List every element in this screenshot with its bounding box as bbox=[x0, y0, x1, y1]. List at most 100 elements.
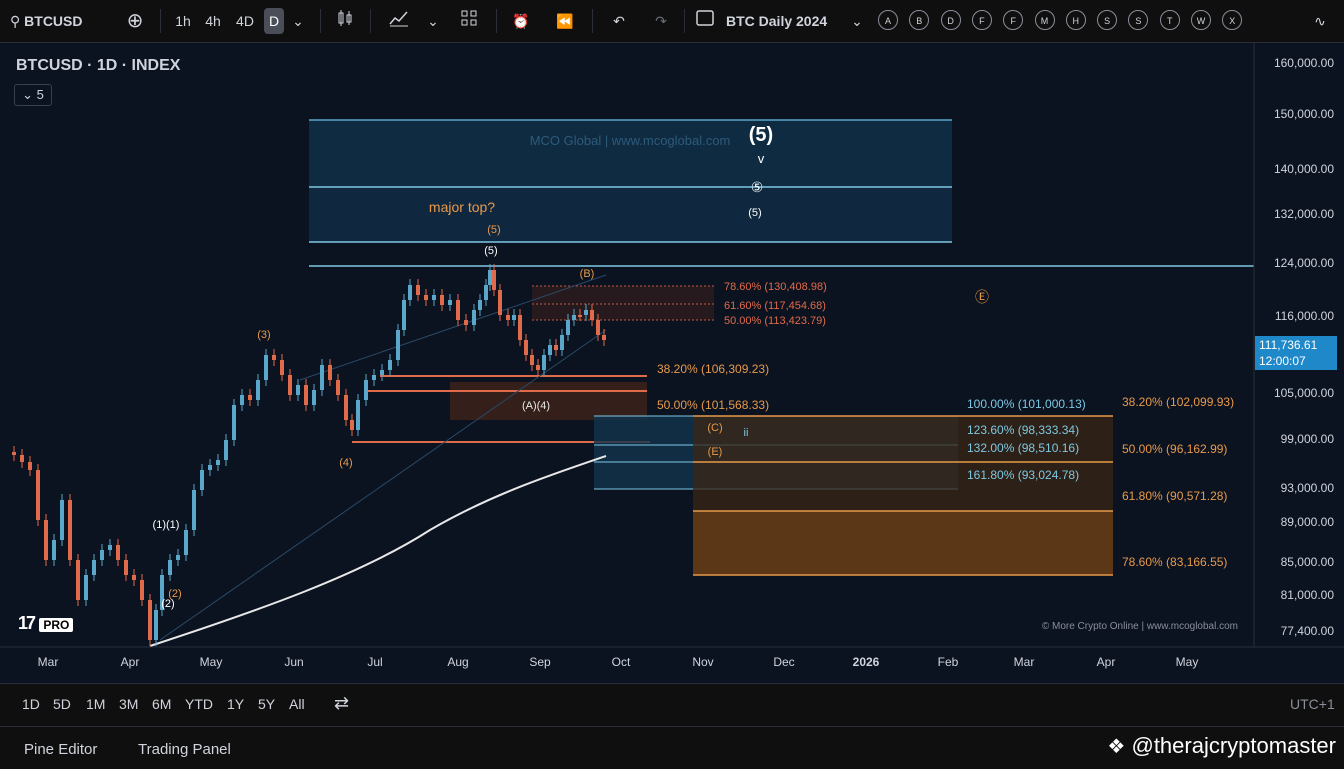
date-range-icon[interactable]: ⇄ bbox=[334, 693, 349, 714]
drawing-template-f-3[interactable]: F bbox=[971, 10, 992, 30]
fib-blue-1236: 123.60% (98,333.34) bbox=[967, 423, 1079, 437]
drawing-template-a-0[interactable]: A bbox=[878, 10, 898, 30]
drawing-template-b-1[interactable]: B bbox=[909, 10, 930, 30]
candle-body bbox=[472, 310, 476, 325]
candle-body bbox=[408, 285, 412, 300]
time-tick: Mar bbox=[1013, 655, 1035, 669]
redo-icon[interactable]: ↷ bbox=[648, 8, 674, 34]
indicators-icon[interactable] bbox=[386, 8, 412, 34]
drawing-template-x-11[interactable]: X bbox=[1222, 10, 1243, 30]
price-tick: 77,400.00 bbox=[1280, 624, 1334, 638]
target-box-mid bbox=[309, 187, 952, 242]
alert-clock-icon[interactable]: ⏰ bbox=[508, 8, 534, 34]
drawing-template-d-2[interactable]: D bbox=[940, 10, 961, 30]
drawing-template-m-5[interactable]: M bbox=[1034, 10, 1055, 30]
wave-c-label: (C) bbox=[707, 422, 722, 434]
candle-body bbox=[20, 455, 24, 462]
drawing-template-h-6[interactable]: H bbox=[1065, 10, 1086, 30]
price-tick: 89,000.00 bbox=[1280, 515, 1334, 529]
range-ytd[interactable]: YTD bbox=[185, 696, 213, 712]
pencil-wave-icon[interactable]: ∿ bbox=[1300, 8, 1340, 34]
price-tick: 93,000.00 bbox=[1280, 481, 1334, 495]
candle-body bbox=[100, 550, 104, 560]
tab-pine-editor[interactable]: Pine Editor bbox=[24, 741, 97, 758]
candle-body bbox=[288, 375, 292, 395]
interval-4d[interactable]: 4D bbox=[232, 8, 258, 34]
drawing-template-s-8[interactable]: S bbox=[1128, 10, 1149, 30]
tab-trading-panel[interactable]: Trading Panel bbox=[138, 741, 231, 758]
drawing-template-f-4[interactable]: F bbox=[1003, 10, 1024, 30]
fib-blue-100: 100.00% (101,000.13) bbox=[967, 397, 1086, 411]
wave-4-label: (4) bbox=[339, 457, 352, 469]
watermark-handle: ❖ @therajcryptomaster bbox=[1107, 733, 1336, 759]
copyright-text: © More Crypto Online | www.mcoglobal.com bbox=[1042, 621, 1238, 632]
indicators-chevron-down-icon[interactable]: ⌄ bbox=[424, 8, 442, 34]
candles-icon[interactable] bbox=[332, 8, 358, 34]
timezone-label[interactable]: UTC+1 bbox=[1290, 696, 1335, 712]
range-1d[interactable]: 1D bbox=[22, 696, 40, 712]
footer-bar: Pine Editor Trading Panel ❖ @therajcrypt… bbox=[0, 726, 1344, 769]
candle-body bbox=[488, 270, 492, 285]
wave-5-white-label: (5) bbox=[484, 245, 497, 257]
candle-body bbox=[216, 460, 220, 465]
candle-body bbox=[184, 530, 188, 555]
handle-text: @therajcryptomaster bbox=[1131, 733, 1336, 758]
range-all[interactable]: All bbox=[289, 696, 305, 712]
wave-b-label: (B) bbox=[580, 268, 595, 280]
wave-e-circle-label: Ⓔ bbox=[975, 289, 989, 305]
interval-4h[interactable]: 4h bbox=[200, 8, 226, 34]
candle-body bbox=[530, 355, 534, 365]
candle-body bbox=[272, 355, 276, 360]
layout-box-icon[interactable] bbox=[694, 8, 716, 34]
range-5d[interactable]: 5D bbox=[53, 696, 71, 712]
drawing-template-s-7[interactable]: S bbox=[1097, 10, 1118, 30]
wave-1-label: (1)(1) bbox=[153, 519, 180, 531]
candle-body bbox=[416, 285, 420, 295]
replay-icon[interactable]: ⏪ bbox=[552, 8, 578, 34]
time-tick: Aug bbox=[447, 655, 469, 669]
range-1y[interactable]: 1Y bbox=[227, 696, 244, 712]
undo-icon[interactable]: ↶ bbox=[606, 8, 632, 34]
range-1m[interactable]: 1M bbox=[86, 696, 105, 712]
price-tick: 140,000.00 bbox=[1273, 162, 1334, 176]
candle-body bbox=[28, 462, 32, 470]
symbol-search[interactable]: ⚲ BTCUSD bbox=[10, 8, 110, 34]
fib-blue-132: 132.00% (98,510.16) bbox=[967, 441, 1079, 455]
chart-area[interactable]: major top? (5) v ⑤ (5) (5) (5) (B) Ⓔ (3)… bbox=[0, 43, 1344, 711]
layout-chevron-down-icon[interactable]: ⌄ bbox=[848, 8, 866, 34]
candle-body bbox=[440, 295, 444, 305]
interval-1h[interactable]: 1h bbox=[170, 8, 196, 34]
candle-body bbox=[280, 360, 284, 375]
drawing-template-w-10[interactable]: W bbox=[1191, 10, 1211, 30]
price-tick: 85,000.00 bbox=[1280, 555, 1334, 569]
indicators-toggle[interactable]: ⌄ 5 bbox=[14, 84, 52, 106]
candle-body bbox=[68, 500, 72, 560]
time-tick: Dec bbox=[773, 655, 795, 669]
fib-mid-382: 38.20% (106,309.23) bbox=[657, 362, 769, 376]
top-toolbar: ⚲ BTCUSD ⊕ 1h 4h 4D D ⌄ ⌄ ⏰ ⏪ ↶ ↷ BTC Da… bbox=[0, 0, 1344, 43]
interval-d[interactable]: D bbox=[264, 8, 284, 34]
range-6m[interactable]: 6M bbox=[152, 696, 171, 712]
candle-body bbox=[578, 315, 582, 317]
wave-5-small-label: (5) bbox=[748, 207, 761, 219]
fib-upper-618: 61.60% (117,454.68) bbox=[724, 300, 826, 312]
time-tick: Oct bbox=[611, 655, 631, 669]
add-symbol-icon[interactable]: ⊕ bbox=[122, 8, 148, 34]
time-tick: May bbox=[199, 655, 223, 669]
candle-body bbox=[248, 395, 252, 400]
range-5y[interactable]: 5Y bbox=[258, 696, 275, 712]
price-tick: 81,000.00 bbox=[1280, 588, 1334, 602]
fib-upper-500: 50.00% (113,423.79) bbox=[724, 315, 826, 327]
interval-chevron-down-icon[interactable]: ⌄ bbox=[288, 8, 308, 34]
time-tick: Jul bbox=[367, 655, 383, 669]
layouts-grid-icon[interactable] bbox=[456, 8, 482, 34]
range-3m[interactable]: 3M bbox=[119, 696, 138, 712]
drawing-template-t-9[interactable]: T bbox=[1159, 10, 1180, 30]
chart-canvas[interactable]: major top? (5) v ⑤ (5) (5) (5) (B) Ⓔ (3)… bbox=[0, 43, 1344, 683]
candle-body bbox=[124, 560, 128, 575]
candle-body bbox=[84, 575, 88, 600]
candle-body bbox=[590, 310, 594, 320]
price-tick: 160,000.00 bbox=[1273, 56, 1334, 70]
layout-name[interactable]: BTC Daily 2024 bbox=[726, 8, 846, 34]
candle-body bbox=[396, 330, 400, 360]
